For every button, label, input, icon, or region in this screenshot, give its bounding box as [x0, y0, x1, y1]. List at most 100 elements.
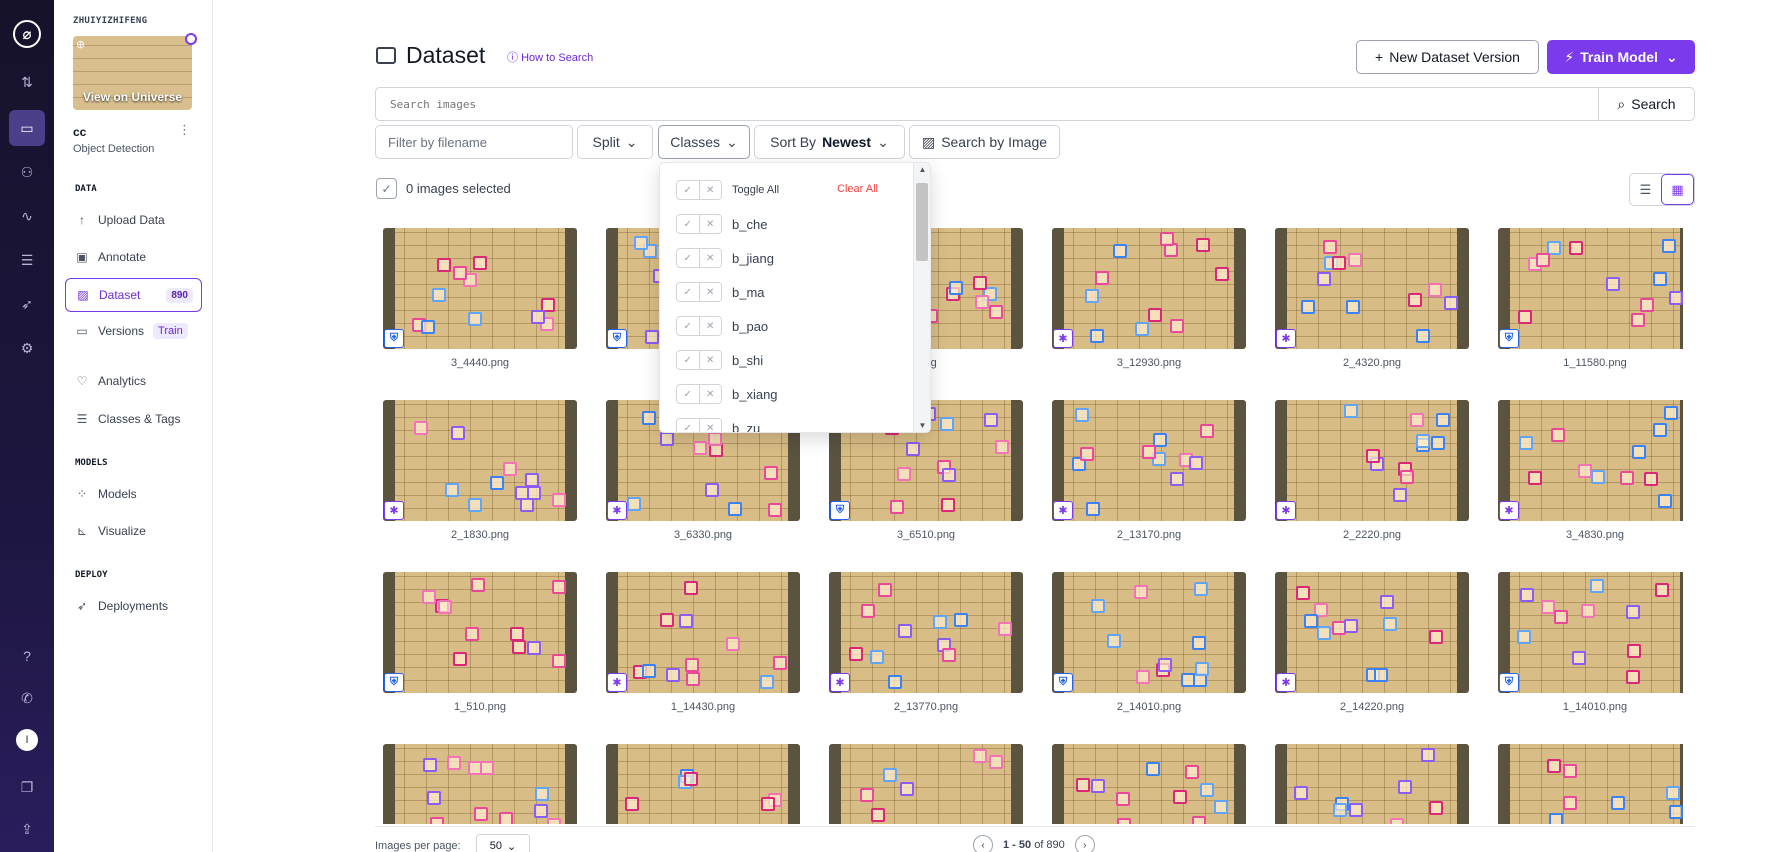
roboflow-logo-icon[interactable]: ⌀: [13, 20, 41, 48]
image-thumbnail[interactable]: ✱: [1498, 400, 1683, 521]
storage-icon[interactable]: ☰: [9, 242, 45, 278]
image-thumbnail[interactable]: ✱: [1275, 572, 1469, 693]
x-icon[interactable]: ✕: [698, 215, 722, 233]
deploy-rail-icon[interactable]: ➶: [9, 286, 45, 322]
x-icon[interactable]: ✕: [698, 283, 722, 301]
sidebar-item-deployments[interactable]: ➶ Deployments: [65, 589, 202, 623]
image-card[interactable]: [606, 744, 800, 824]
workflows-icon[interactable]: ⚇: [9, 154, 45, 190]
view-on-universe-link[interactable]: View on Universe: [73, 90, 192, 104]
image-card[interactable]: [1498, 744, 1683, 824]
image-thumbnail[interactable]: ⛨: [1498, 228, 1683, 349]
switch-icon[interactable]: ⇅: [9, 64, 45, 100]
image-card[interactable]: [1052, 744, 1246, 824]
sort-by-button[interactable]: Sort By Newest ⌄: [754, 125, 905, 159]
x-icon[interactable]: ✕: [698, 351, 722, 369]
check-icon[interactable]: ✓: [677, 215, 699, 233]
image-thumbnail[interactable]: ⛨: [1052, 572, 1246, 693]
image-thumbnail[interactable]: [1052, 744, 1246, 824]
classes-filter-button[interactable]: Classes ⌄: [658, 125, 750, 159]
upload-rail-icon[interactable]: ⇪: [9, 811, 45, 847]
filename-filter-input[interactable]: Filter by filename: [375, 125, 573, 159]
search-input[interactable]: [376, 88, 1598, 120]
monitoring-icon[interactable]: ∿: [9, 198, 45, 234]
scroll-up-icon[interactable]: ▲: [914, 165, 930, 174]
prev-page-button[interactable]: ‹: [973, 835, 993, 852]
feedback-icon[interactable]: ✆: [9, 680, 45, 716]
next-page-button[interactable]: ›: [1074, 835, 1095, 852]
dropdown-scrollbar[interactable]: ▲ ▼: [913, 163, 930, 432]
class-row[interactable]: ✓ ✕ b_zu: [676, 417, 760, 433]
class-toggle-pair[interactable]: ✓ ✕: [676, 384, 722, 404]
split-filter-button[interactable]: Split ⌄: [577, 125, 653, 159]
more-options-icon[interactable]: ⋮: [178, 122, 191, 138]
search-by-image-button[interactable]: ▨ Search by Image: [909, 125, 1060, 159]
check-icon[interactable]: ✓: [677, 283, 699, 301]
sidebar-item-annotate[interactable]: ▣ Annotate: [65, 240, 202, 274]
toggle-all-row[interactable]: ✓ ✕ Toggle All: [676, 179, 779, 201]
class-toggle-pair[interactable]: ✓ ✕: [676, 282, 722, 302]
class-row[interactable]: ✓ ✕ b_pao: [676, 315, 768, 337]
check-icon[interactable]: ✓: [677, 181, 699, 199]
class-row[interactable]: ✓ ✕ b_jiang: [676, 247, 774, 269]
image-thumbnail[interactable]: [1275, 744, 1469, 824]
image-card[interactable]: ✱ 3_12930.png: [1052, 228, 1246, 369]
clear-all-button[interactable]: Clear All: [837, 183, 878, 195]
sidebar-item-analytics[interactable]: ♡ Analytics: [65, 364, 202, 398]
image-thumbnail[interactable]: ⛨: [1498, 572, 1683, 693]
class-toggle-pair[interactable]: ✓ ✕: [676, 418, 722, 433]
x-icon[interactable]: ✕: [698, 385, 722, 403]
class-toggle-pair[interactable]: ✓ ✕: [676, 214, 722, 234]
class-toggle-pair[interactable]: ✓ ✕: [676, 248, 722, 268]
image-thumbnail[interactable]: ✱: [829, 572, 1023, 693]
projects-icon[interactable]: ▭: [9, 110, 45, 146]
image-thumbnail[interactable]: [383, 744, 577, 824]
sidebar-item-dataset[interactable]: ▨ Dataset 890: [65, 278, 202, 312]
select-all-checkbox[interactable]: ✓: [376, 178, 397, 199]
image-card[interactable]: ✱ 2_13170.png: [1052, 400, 1246, 541]
image-card[interactable]: ✱ 2_1830.png: [383, 400, 577, 541]
image-thumbnail[interactable]: ✱: [1275, 400, 1469, 521]
check-icon[interactable]: ✓: [677, 419, 699, 433]
x-icon[interactable]: ✕: [698, 419, 722, 432]
search-button[interactable]: ⌕ Search: [1598, 88, 1694, 120]
toggle-pair[interactable]: ✓ ✕: [676, 180, 722, 200]
class-row[interactable]: ✓ ✕ b_shi: [676, 349, 763, 371]
help-icon[interactable]: ?: [9, 638, 45, 674]
image-thumbnail[interactable]: [1498, 744, 1683, 824]
image-card[interactable]: ✱ 2_14220.png: [1275, 572, 1469, 713]
x-icon[interactable]: ✕: [698, 181, 722, 199]
class-row[interactable]: ✓ ✕ b_ma: [676, 281, 765, 303]
image-card[interactable]: ⛨ 1_11580.png: [1498, 228, 1683, 369]
image-thumbnail[interactable]: ⛨: [383, 572, 577, 693]
check-icon[interactable]: ✓: [677, 249, 699, 267]
image-thumbnail[interactable]: [829, 744, 1023, 824]
image-card[interactable]: ✱ 2_4320.png: [1275, 228, 1469, 369]
sidebar-item-models[interactable]: ⁘ Models: [65, 477, 202, 511]
list-view-icon[interactable]: ☰: [1630, 174, 1661, 205]
class-toggle-pair[interactable]: ✓ ✕: [676, 350, 722, 370]
sidebar-item-upload[interactable]: ↑ Upload Data: [65, 203, 202, 237]
docs-icon[interactable]: ❐: [9, 769, 45, 805]
sidebar-item-classes-tags[interactable]: ☰ Classes & Tags: [65, 402, 202, 436]
user-avatar[interactable]: I: [16, 729, 38, 751]
image-thumbnail[interactable]: ✱: [383, 400, 577, 521]
sidebar-item-visualize[interactable]: ⊾ Visualize: [65, 514, 202, 548]
image-card[interactable]: ⛨ 1_14010.png: [1498, 572, 1683, 713]
image-card[interactable]: ⛨ 2_14010.png: [1052, 572, 1246, 713]
image-card[interactable]: ⛨ 1_510.png: [383, 572, 577, 713]
grid-view-icon[interactable]: ▦: [1661, 174, 1694, 205]
image-card[interactable]: ✱ 1_14430.png: [606, 572, 800, 713]
sidebar-item-versions[interactable]: ▭ Versions Train: [65, 314, 202, 348]
project-thumbnail[interactable]: ⊕ View on Universe: [73, 36, 192, 110]
how-to-search-link[interactable]: ⓘ How to Search: [507, 49, 593, 65]
image-card[interactable]: ✱ 2_13770.png: [829, 572, 1023, 713]
check-icon[interactable]: ✓: [677, 385, 699, 403]
x-icon[interactable]: ✕: [698, 317, 722, 335]
image-card[interactable]: ✱ 3_4830.png: [1498, 400, 1683, 541]
class-toggle-pair[interactable]: ✓ ✕: [676, 316, 722, 336]
scroll-thumb[interactable]: [916, 183, 928, 261]
image-card[interactable]: [383, 744, 577, 824]
image-card[interactable]: [829, 744, 1023, 824]
image-card[interactable]: ⛨ 3_4440.png: [383, 228, 577, 369]
